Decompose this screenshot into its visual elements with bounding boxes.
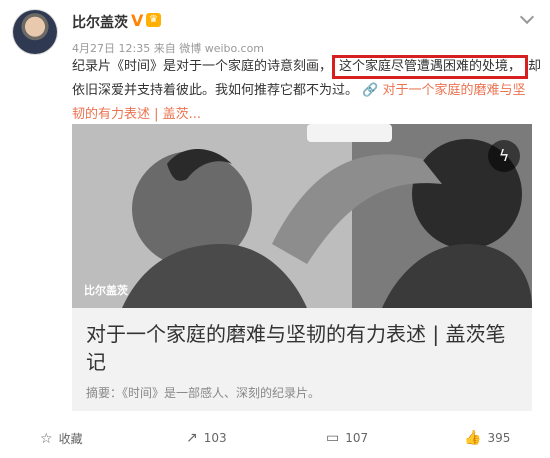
repost-icon: ↗ <box>186 430 198 446</box>
photo-illustration <box>72 124 532 308</box>
post-meta: 4月27日 12:35 来自 微博 weibo.com <box>72 40 264 56</box>
like-button[interactable]: 👍 395 <box>464 430 510 446</box>
vip-badge-icon: ♛ <box>146 13 161 27</box>
link-icon[interactable]: 🔗 <box>362 83 378 98</box>
post-actions: ☆ 收藏 ↗ 103 ▭ 107 👍 395 <box>0 418 550 458</box>
thumbs-up-icon: 👍 <box>464 430 482 446</box>
verified-icon: V <box>131 11 144 30</box>
post-text-part: 却 <box>528 59 542 74</box>
post-date[interactable]: 4月27日 12:35 <box>72 42 150 55</box>
article-image[interactable]: 比尔盖茨 ϟ <box>72 124 532 308</box>
repost-count: 103 <box>203 431 227 445</box>
article-link-continued[interactable]: 韧的有力表述 | 盖茨... <box>72 107 201 122</box>
comment-button[interactable]: ▭ 107 <box>326 430 368 446</box>
comment-count: 107 <box>345 431 369 445</box>
post-text: 纪录片《时间》是对于一个家庭的诗意刻画， 这个家庭尽管遭遇困难的处境，却 依旧深爱… <box>72 55 541 127</box>
comment-icon: ▭ <box>326 430 340 446</box>
repost-button[interactable]: ↗ 103 <box>186 430 227 446</box>
card-summary: 摘要：《时间》是一部感人、深刻的纪录片。 <box>86 386 321 400</box>
username[interactable]: 比尔盖茨 <box>72 12 128 32</box>
more-chevron-down-icon[interactable] <box>519 9 535 25</box>
article-card[interactable]: 比尔盖茨 ϟ 对于一个家庭的磨难与坚韧的有力表述 | 盖茨笔记 摘要：《时间》是… <box>72 124 532 411</box>
post-text-part: 依旧深爱并支持着彼此。我如何推荐它都不为过。 <box>72 83 359 98</box>
post-text-part: 纪录片《时间》是对于一个家庭的诗意刻画， <box>72 59 333 74</box>
image-watermark: 比尔盖茨 <box>84 284 128 297</box>
favorite-button[interactable]: ☆ 收藏 <box>40 430 83 447</box>
post-source[interactable]: 来自 微博 weibo.com <box>154 42 264 55</box>
favorite-label: 收藏 <box>58 432 83 446</box>
star-icon: ☆ <box>40 430 53 447</box>
lightning-icon[interactable]: ϟ <box>488 140 520 172</box>
card-title[interactable]: 对于一个家庭的磨难与坚韧的有力表述 | 盖茨笔记 <box>86 320 518 376</box>
like-count: 395 <box>487 431 511 445</box>
highlighted-phrase: 这个家庭尽管遭遇困难的处境， <box>332 55 529 79</box>
article-link[interactable]: 对于一个家庭的磨难与坚 <box>382 83 525 98</box>
avatar[interactable] <box>13 10 57 54</box>
